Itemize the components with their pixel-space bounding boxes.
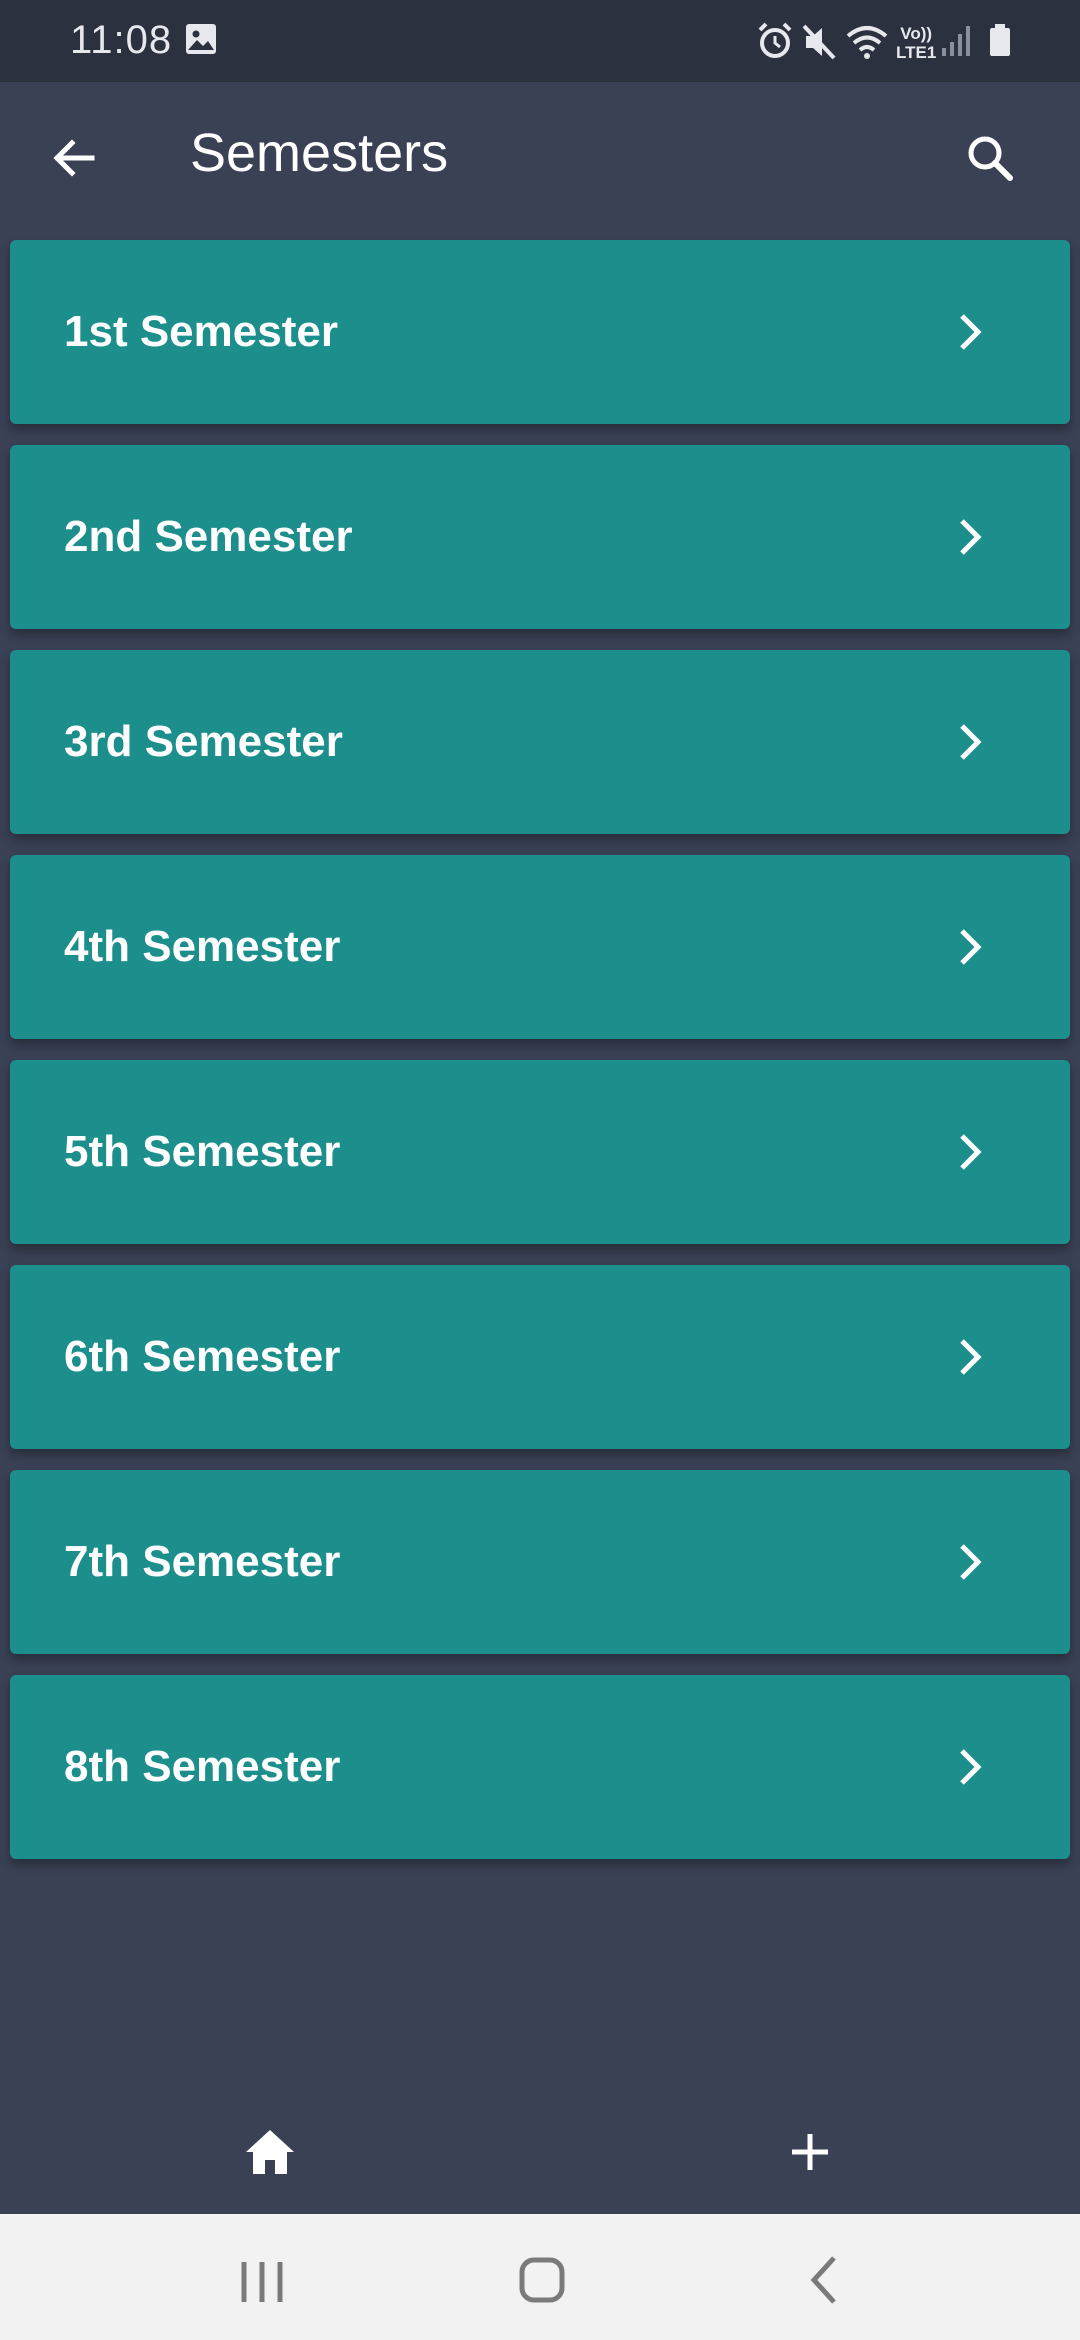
- bottom-app-bar: [0, 2062, 1080, 2214]
- chevron-right-icon: [940, 1122, 1000, 1182]
- recents-icon[interactable]: [232, 2252, 292, 2312]
- chevron-right-icon: [940, 712, 1000, 772]
- chevron-right-icon: [940, 1327, 1000, 1387]
- chevron-right-icon: [940, 302, 1000, 362]
- image-icon: [186, 24, 216, 54]
- app-bar: Semesters: [0, 82, 1080, 232]
- semester-list: 1st Semester 2nd Semester 3rd Semester 4…: [10, 240, 1070, 1880]
- chevron-right-icon: [940, 1737, 1000, 1797]
- semester-label: 2nd Semester: [64, 512, 353, 561]
- lte-line-1: Vo)): [900, 24, 933, 43]
- back-button[interactable]: [40, 124, 108, 192]
- signal-icon: [942, 26, 970, 56]
- search-button[interactable]: [956, 124, 1024, 192]
- wifi-icon: [846, 26, 888, 59]
- status-time: 11:08: [70, 18, 173, 62]
- battery-icon: [990, 24, 1010, 56]
- semester-item-8[interactable]: 8th Semester: [10, 1675, 1070, 1859]
- add-button[interactable]: [770, 2112, 850, 2192]
- semester-item-7[interactable]: 7th Semester: [10, 1470, 1070, 1654]
- search-icon: [968, 136, 1013, 181]
- semester-label: 3rd Semester: [64, 717, 343, 766]
- chevron-right-icon: [940, 917, 1000, 977]
- status-bar: 11:08 Vo)) LTE1: [0, 0, 1080, 82]
- home-icon: [246, 2130, 294, 2174]
- semester-item-6[interactable]: 6th Semester: [10, 1265, 1070, 1449]
- semester-label: 6th Semester: [64, 1332, 341, 1381]
- semester-item-5[interactable]: 5th Semester: [10, 1060, 1070, 1244]
- lte-indicator: Vo)) LTE1: [896, 24, 936, 62]
- semester-item-4[interactable]: 4th Semester: [10, 855, 1070, 1039]
- system-nav-bar: [0, 2214, 1080, 2340]
- lte-line-2: LTE1: [896, 43, 937, 62]
- mute-icon: [802, 24, 836, 60]
- semester-item-3[interactable]: 3rd Semester: [10, 650, 1070, 834]
- semester-item-1[interactable]: 1st Semester: [10, 240, 1070, 424]
- page-title: Semesters: [190, 123, 449, 183]
- arrow-left-icon: [53, 139, 95, 177]
- alarm-icon: [758, 22, 792, 58]
- plus-icon: [792, 2134, 828, 2170]
- home-nav-icon[interactable]: [512, 2250, 572, 2310]
- semester-label: 1st Semester: [64, 307, 338, 356]
- semester-label: 7th Semester: [64, 1537, 341, 1586]
- chevron-right-icon: [940, 1532, 1000, 1592]
- semester-label: 8th Semester: [64, 1742, 341, 1791]
- semester-label: 5th Semester: [64, 1127, 341, 1176]
- home-button[interactable]: [230, 2112, 310, 2192]
- chevron-right-icon: [940, 507, 1000, 567]
- semester-label: 4th Semester: [64, 922, 341, 971]
- back-nav-icon[interactable]: [796, 2250, 856, 2310]
- semester-item-2[interactable]: 2nd Semester: [10, 445, 1070, 629]
